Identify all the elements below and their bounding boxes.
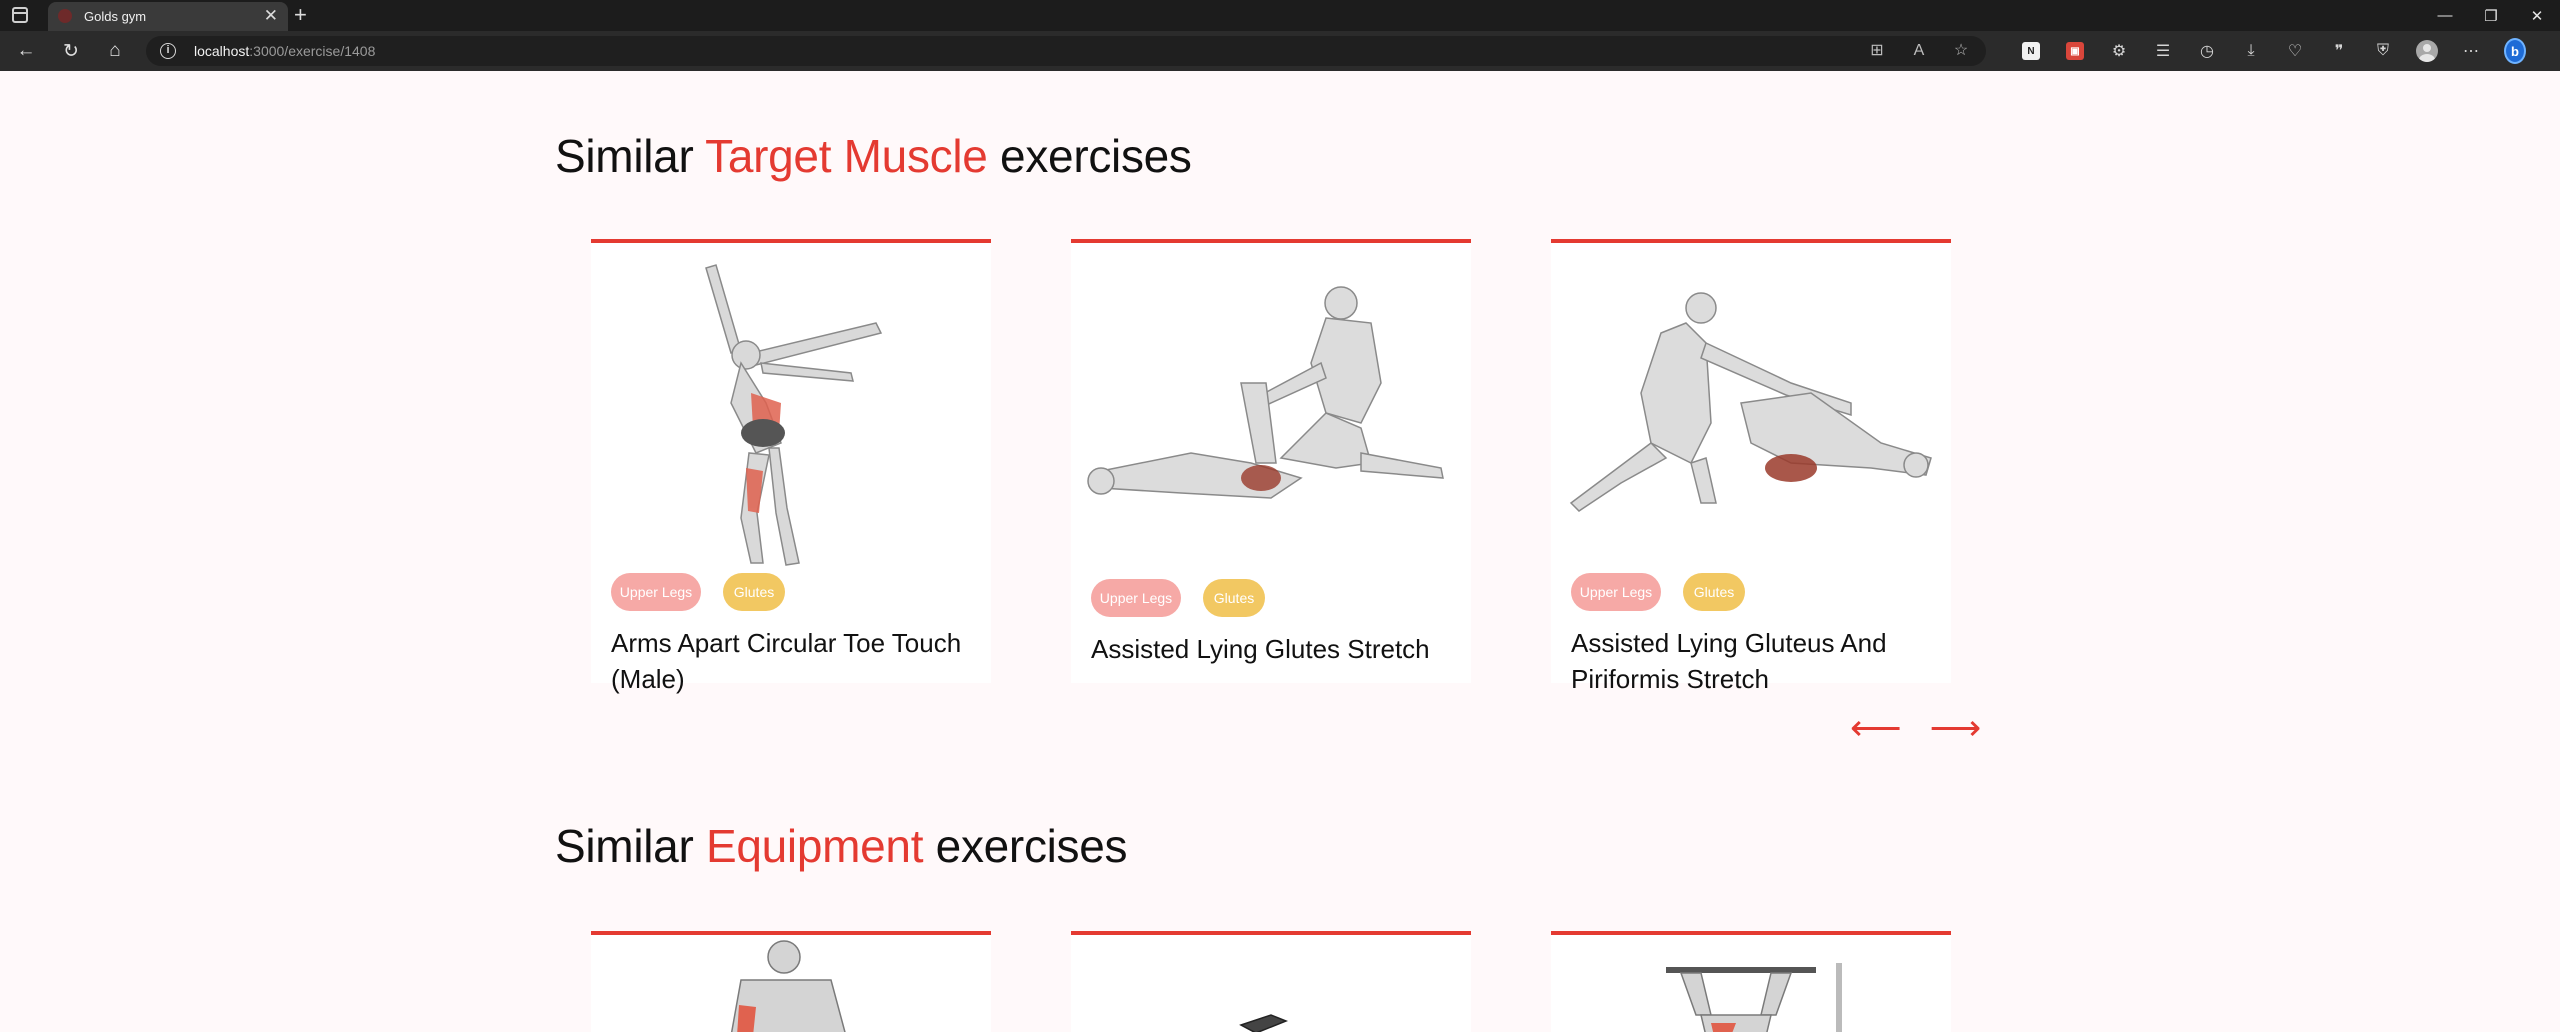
browser-tab[interactable]: Golds gym ✕ — [48, 2, 288, 31]
extension-icon[interactable]: N — [2020, 39, 2042, 63]
exercise-image — [1087, 286, 1444, 499]
read-aloud-icon[interactable]: A — [1908, 40, 1930, 62]
favicon-icon — [58, 9, 72, 23]
arrow-right-icon[interactable]: ⟶ — [1930, 708, 1982, 748]
favorites-icon[interactable]: ☰ — [2152, 39, 2174, 63]
browser-tab-bar: Golds gym ✕ + — ❐ ✕ — [0, 0, 2560, 31]
exercise-name: Arms Apart Circular Toe Touch (Male) — [611, 628, 962, 694]
arrow-left-icon[interactable]: ⟵ — [1850, 708, 1902, 748]
tab-actions-icon[interactable] — [12, 7, 28, 23]
tab-title: Golds gym — [84, 9, 147, 24]
toolbar: N ▣ ⚙ ☰ ◷ ⤓ ♡ ❞ ⛨ ⋯ b — [2020, 38, 2526, 64]
close-window-icon[interactable]: ✕ — [2514, 0, 2560, 31]
site-info-icon[interactable]: i — [160, 43, 176, 59]
address-bar: ← ↻ ⌂ i localhost:3000/exercise/1408 ⊞ A… — [0, 31, 2560, 71]
target-badge[interactable]: Glutes — [1203, 579, 1265, 617]
url-field[interactable]: i localhost:3000/exercise/1408 ⊞ A ☆ — [146, 36, 1986, 66]
more-menu-icon[interactable]: ⋯ — [2460, 39, 2482, 63]
body-part-badge[interactable]: Upper Legs — [611, 573, 701, 611]
exercise-card[interactable]: Upper Legs Glutes Assisted Lying Glutes … — [1071, 239, 1471, 683]
target-muscle-title: Similar Target Muscle exercises — [555, 130, 1192, 182]
exercise-card[interactable]: Upper Legs Glutes Assisted Lying Gluteus… — [1551, 239, 1951, 694]
target-badge[interactable]: Glutes — [1683, 573, 1745, 611]
equipment-title: Similar Equipment exercises — [555, 820, 1128, 872]
history-icon[interactable]: ◷ — [2196, 39, 2218, 63]
home-icon[interactable]: ⌂ — [101, 37, 129, 65]
new-tab-icon[interactable]: + — [294, 3, 307, 27]
url-text: localhost:3000/exercise/1408 — [194, 43, 376, 59]
back-icon[interactable]: ← — [12, 37, 40, 65]
copilot-icon[interactable]: b — [2504, 38, 2526, 64]
close-tab-icon[interactable]: ✕ — [264, 6, 278, 26]
downloads-icon[interactable]: ⤓ — [2240, 39, 2262, 63]
apps-icon[interactable]: ⊞ — [1866, 40, 1888, 62]
refresh-icon[interactable]: ↻ — [57, 37, 85, 65]
exercise-card[interactable] — [1071, 931, 1471, 1032]
exercise-image — [1239, 1014, 1289, 1032]
exercise-name: Assisted Lying Glutes Stretch — [1091, 634, 1430, 664]
body-part-badge[interactable]: Upper Legs — [1571, 573, 1661, 611]
exercise-image — [705, 264, 883, 566]
exercise-image — [730, 940, 846, 1032]
performance-icon[interactable]: ♡ — [2284, 39, 2306, 63]
browser-essentials-icon[interactable]: ⛨ — [2372, 39, 2394, 63]
exercise-card[interactable] — [1551, 931, 1951, 1032]
target-badge[interactable]: Glutes — [723, 573, 785, 611]
quote-icon[interactable]: ❞ — [2328, 39, 2350, 63]
exercise-card[interactable] — [591, 931, 991, 1032]
exercise-image — [1569, 292, 1932, 512]
carousel-arrows: ⟵ ⟶ — [1850, 708, 1981, 748]
extension-icon[interactable]: ▣ — [2064, 39, 2086, 63]
favorite-star-icon[interactable]: ☆ — [1950, 40, 1972, 62]
profile-avatar[interactable] — [2416, 39, 2438, 63]
restore-icon[interactable]: ❐ — [2468, 0, 2514, 31]
extensions-puzzle-icon[interactable]: ⚙ — [2108, 39, 2130, 63]
exercise-name: Assisted Lying Gluteus And Piriformis St… — [1571, 628, 1887, 694]
page-content: Similar Target Muscle exercises Upper Le… — [0, 71, 2560, 1032]
minimize-icon[interactable]: — — [2422, 0, 2468, 31]
exercise-card[interactable]: Upper Legs Glutes Arms Apart Circular To… — [591, 239, 991, 694]
body-part-badge[interactable]: Upper Legs — [1091, 579, 1181, 617]
window-controls: — ❐ ✕ — [2422, 0, 2560, 31]
exercise-image — [1666, 963, 1842, 1032]
